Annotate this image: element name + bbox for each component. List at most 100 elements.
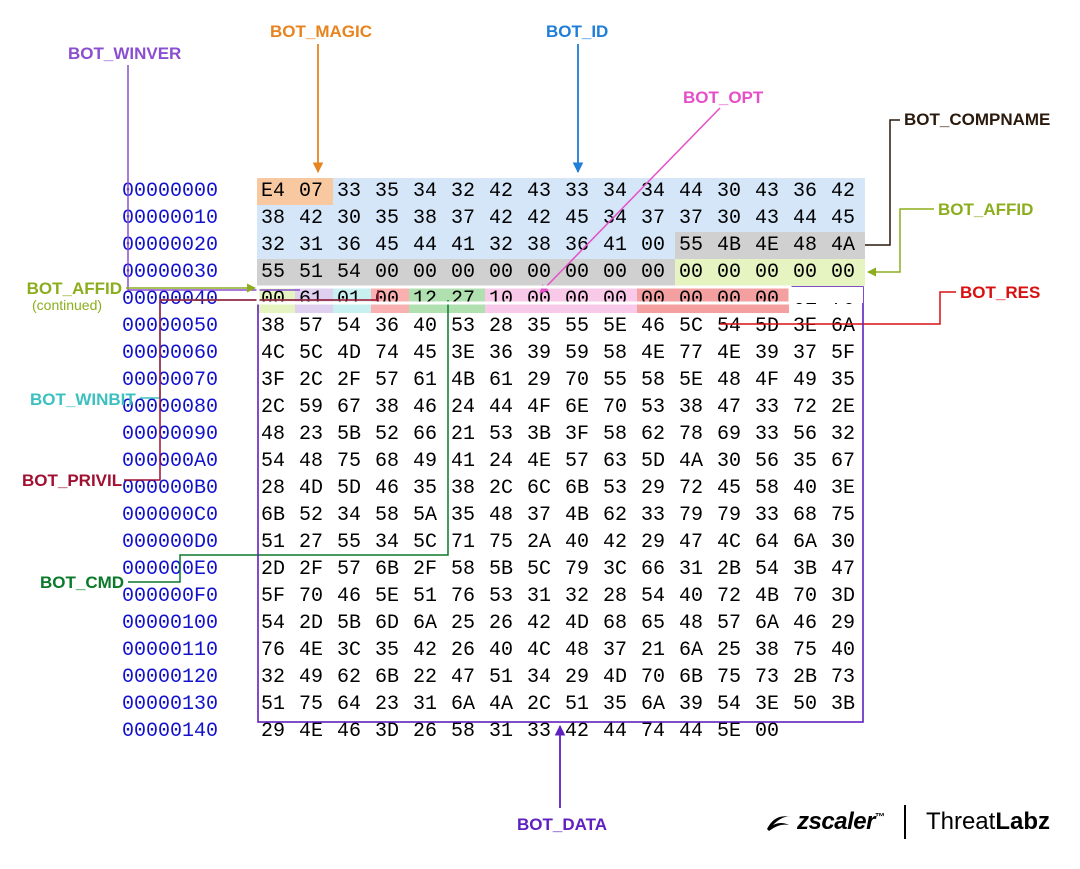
- hex-byte: 3B: [789, 556, 827, 583]
- hex-row: 000001203249626B22475134294D706B75732B73: [122, 664, 865, 691]
- hex-byte: 3C: [599, 556, 637, 583]
- hex-byte: 45: [561, 205, 599, 232]
- hex-byte: 26: [447, 637, 485, 664]
- hex-byte: 55: [599, 367, 637, 394]
- hex-byte: 29: [637, 475, 675, 502]
- hex-byte: 00: [637, 232, 675, 259]
- hex-byte: 70: [295, 583, 333, 610]
- hex-byte: 4D: [561, 610, 599, 637]
- hex-byte: 00: [523, 259, 561, 286]
- hex-row: 000000D0512755345C71752A404229474C646A30: [122, 529, 865, 556]
- label-bot-magic: BOT_MAGIC: [270, 22, 372, 42]
- hex-byte: 51: [561, 691, 599, 718]
- hex-byte: 00: [523, 286, 561, 313]
- hex-byte: 34: [599, 205, 637, 232]
- hex-byte: 62: [599, 502, 637, 529]
- hex-byte: 49: [409, 448, 447, 475]
- hex-byte: 5B: [485, 556, 523, 583]
- hex-byte: 38: [409, 205, 447, 232]
- hex-byte: 54: [257, 448, 295, 475]
- hex-byte: 31: [409, 691, 447, 718]
- hex-byte: 00: [409, 259, 447, 286]
- hex-byte: 40: [485, 637, 523, 664]
- hex-byte: 5E: [713, 718, 751, 745]
- hex-byte: 49: [789, 367, 827, 394]
- hex-byte: 33: [333, 178, 371, 205]
- hex-byte: 54: [713, 313, 751, 340]
- hex-byte: 61: [409, 367, 447, 394]
- hex-byte: 3E: [447, 340, 485, 367]
- label-bot-compname: BOT_COMPNAME: [904, 110, 1050, 130]
- hex-byte: 53: [485, 583, 523, 610]
- hex-byte: 61: [485, 367, 523, 394]
- hex-byte: 30: [333, 205, 371, 232]
- hex-byte: 55: [675, 232, 713, 259]
- hex-byte: 73: [827, 664, 865, 691]
- hex-byte: 64: [333, 691, 371, 718]
- label-bot-id: BOT_ID: [546, 22, 608, 42]
- hex-byte: 5C: [295, 340, 333, 367]
- hex-byte: 24: [485, 448, 523, 475]
- hex-byte: 43: [751, 178, 789, 205]
- hex-byte: 5C: [675, 313, 713, 340]
- hex-byte: 4E: [713, 340, 751, 367]
- hex-row: 0000013051756423316A4A2C51356A39543E503B: [122, 691, 865, 718]
- hex-byte: 48: [295, 448, 333, 475]
- hex-byte: 49: [295, 664, 333, 691]
- hex-byte: 73: [751, 664, 789, 691]
- hex-byte: 37: [789, 340, 827, 367]
- hex-byte: 44: [599, 718, 637, 745]
- hex-byte: 6A: [827, 313, 865, 340]
- hex-byte: [789, 718, 827, 745]
- hex-byte: 5F: [257, 583, 295, 610]
- hex-byte: 36: [561, 232, 599, 259]
- hex-byte: 53: [637, 394, 675, 421]
- hex-byte: 54: [257, 610, 295, 637]
- hex-byte: 42: [561, 718, 599, 745]
- hex-byte: 3F: [257, 367, 295, 394]
- hex-byte: 54: [713, 691, 751, 718]
- hex-byte: 54: [637, 583, 675, 610]
- hex-byte: 45: [409, 340, 447, 367]
- hex-byte: 4C: [523, 637, 561, 664]
- hex-row: 000000604C5C4D74453E363959584E774E39375F: [122, 340, 865, 367]
- hex-byte: 4E: [295, 637, 333, 664]
- hex-byte: 36: [485, 340, 523, 367]
- hex-byte: 26: [485, 610, 523, 637]
- hex-row: 000000A0544875684941244E57635D4A30563567: [122, 448, 865, 475]
- hex-offset: 000000C0: [122, 502, 257, 529]
- hex-offset: 000000F0: [122, 583, 257, 610]
- hex-byte: 79: [561, 556, 599, 583]
- hex-byte: 6B: [371, 664, 409, 691]
- hex-byte: 44: [409, 232, 447, 259]
- hex-byte: 48: [789, 232, 827, 259]
- hex-byte: 10: [485, 286, 523, 313]
- hex-byte: 23: [295, 421, 333, 448]
- hex-byte: 4A: [485, 691, 523, 718]
- hex-byte: 00: [751, 259, 789, 286]
- hex-byte: 2D: [257, 556, 295, 583]
- hex-offset: 00000120: [122, 664, 257, 691]
- hex-byte: 6C: [523, 475, 561, 502]
- hex-byte: 64: [751, 529, 789, 556]
- hex-byte: 00: [485, 259, 523, 286]
- hex-byte: 50: [789, 691, 827, 718]
- hex-byte: 51: [257, 529, 295, 556]
- hex-byte: 00: [637, 259, 675, 286]
- hex-byte: 43: [751, 205, 789, 232]
- hex-byte: 75: [295, 691, 333, 718]
- hex-byte: 5D: [333, 475, 371, 502]
- label-bot-opt: BOT_OPT: [683, 88, 763, 108]
- hex-byte: 42: [599, 529, 637, 556]
- hex-offset: 00000050: [122, 313, 257, 340]
- hex-byte: 35: [523, 313, 561, 340]
- hex-byte: 75: [485, 529, 523, 556]
- hex-byte: 3C: [333, 637, 371, 664]
- hex-byte: 54: [333, 259, 371, 286]
- hex-row: 000000B0284D5D4635382C6C6B5329724558403E: [122, 475, 865, 502]
- hex-offset: 00000030: [122, 259, 257, 286]
- hex-byte: 57: [713, 610, 751, 637]
- hex-byte: 68: [599, 610, 637, 637]
- hex-byte: 57: [371, 367, 409, 394]
- hex-byte: 48: [485, 502, 523, 529]
